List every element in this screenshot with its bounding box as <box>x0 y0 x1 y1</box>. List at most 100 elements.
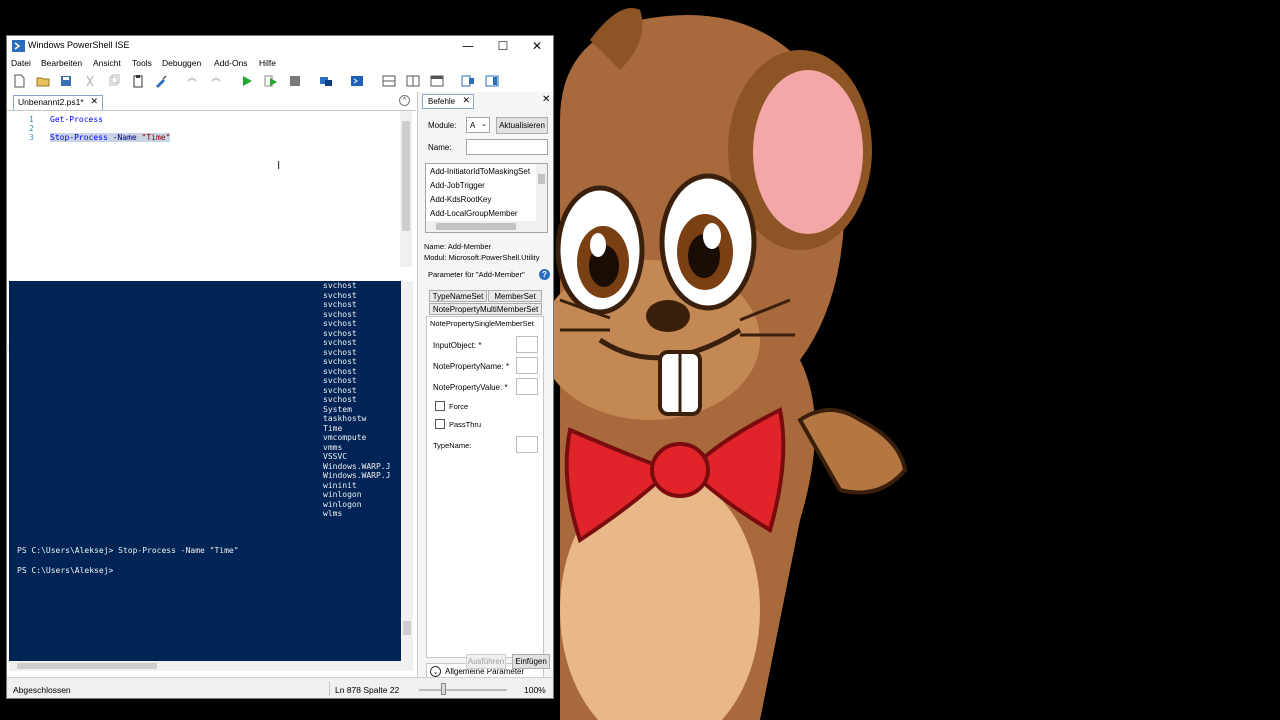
commands-pane-close-icon[interactable]: ✕ <box>542 94 550 105</box>
show-commands-icon[interactable] <box>461 74 475 88</box>
passthru-checkbox[interactable] <box>435 419 445 429</box>
maximize-button[interactable]: ☐ <box>486 36 520 56</box>
chevron-down-icon: ⌄ <box>481 120 487 128</box>
console-vertical-scrollbar[interactable] <box>401 281 413 661</box>
param-tab-notepropertymultimemberset[interactable]: NotePropertyMultiMemberSet <box>429 303 542 315</box>
command-list[interactable]: Add-InitiatorIdToMaskingSet Add-JobTrigg… <box>425 163 548 233</box>
module-select-value: A <box>470 121 476 130</box>
process-name: svchost <box>323 376 357 385</box>
menu-bar: Datei Bearbeiten Ansicht Tools Debuggen … <box>7 57 553 71</box>
menu-ansicht[interactable]: Ansicht <box>93 58 121 68</box>
notepropertyname-field[interactable] <box>516 357 538 374</box>
process-name: svchost <box>323 347 357 357</box>
field-label-typename: TypeName: <box>433 441 472 450</box>
process-name: svchost <box>323 395 357 404</box>
process-name: svchost <box>323 319 357 328</box>
list-item[interactable]: Add-JobTrigger <box>430 181 485 190</box>
menu-bearbeiten[interactable]: Bearbeiten <box>41 58 82 68</box>
undo-icon[interactable] <box>185 74 199 88</box>
line-number: 3 <box>29 133 34 142</box>
script-tab[interactable]: Unbenannt2.ps1* ✕ <box>13 95 103 110</box>
parameters-header: Parameter für "Add-Member" <box>428 270 525 279</box>
run-icon[interactable] <box>240 74 254 88</box>
editor-vertical-scrollbar[interactable] <box>400 111 412 267</box>
list-horizontal-scrollbar[interactable] <box>426 221 547 232</box>
list-item[interactable]: Add-LocalGroupMember <box>430 209 518 218</box>
powershell-ise-icon <box>12 40 25 52</box>
param-tab-notepropertysinglememberset[interactable]: NotePropertySingleMemberSet <box>430 319 544 328</box>
module-label: Module: <box>428 121 457 130</box>
name-input[interactable] <box>466 139 548 155</box>
layout-max-icon[interactable] <box>430 74 444 88</box>
insert-command-button[interactable]: Einfügen <box>512 654 550 669</box>
clear-icon[interactable] <box>154 74 168 88</box>
zoom-slider-handle[interactable] <box>441 683 446 695</box>
process-name: winlogon <box>323 499 362 509</box>
process-name: wlms <box>323 509 343 518</box>
list-vertical-scrollbar[interactable] <box>536 164 547 221</box>
stop-icon[interactable] <box>288 74 302 88</box>
field-label-notepropertyname: NotePropertyName: * <box>433 362 510 371</box>
powershell-ise-window: Windows PowerShell ISE — ☐ ✕ Datei Bearb… <box>6 35 554 699</box>
script-editor[interactable]: 1 Get-Process 2 3 Stop-Process -Name "Ti… <box>7 110 416 353</box>
layout-top-icon[interactable] <box>382 74 396 88</box>
title-bar[interactable]: Windows PowerShell ISE — ☐ ✕ <box>7 36 553 56</box>
open-icon[interactable] <box>36 74 50 88</box>
param-tab-typenameset[interactable]: TypeNameSet <box>429 290 487 302</box>
process-name: svchost <box>323 366 357 376</box>
console-pane[interactable]: 502238328212083,9256402svchost2851435681… <box>9 281 401 661</box>
zoom-slider[interactable] <box>419 689 507 691</box>
minimize-button[interactable]: — <box>451 36 485 56</box>
typename-field[interactable] <box>516 436 538 453</box>
run-selection-icon[interactable] <box>264 74 278 88</box>
info-module: Modul: Microsoft.PowerShell.Utility <box>424 253 540 262</box>
menu-tools[interactable]: Tools <box>132 58 152 68</box>
powershell-icon[interactable] <box>350 74 364 88</box>
zoom-level: 100% <box>524 685 546 695</box>
window-title: Windows PowerShell ISE <box>28 40 130 50</box>
selected-code-line: Stop-Process -Name "Time" <box>50 133 171 142</box>
list-item[interactable]: Add-KdsRootKey <box>430 195 491 204</box>
run-command-button[interactable]: Ausführen <box>466 654 506 669</box>
close-button[interactable]: ✕ <box>520 36 553 56</box>
menu-datei[interactable]: Datei <box>11 58 31 68</box>
menu-hilfe[interactable]: Hilfe <box>259 58 276 68</box>
help-icon[interactable]: ? <box>539 269 550 280</box>
menu-debuggen[interactable]: Debuggen <box>162 58 201 68</box>
process-name: Windows.WARP.J <box>323 461 391 471</box>
cut-icon[interactable] <box>83 74 97 88</box>
toolbar <box>7 72 553 90</box>
console-horizontal-scrollbar[interactable] <box>9 661 413 671</box>
process-name: svchost <box>323 309 357 319</box>
save-icon[interactable] <box>59 74 73 88</box>
status-divider <box>329 682 330 696</box>
line-number: 2 <box>29 124 34 133</box>
show-addon-icon[interactable] <box>485 74 499 88</box>
inputobject-field[interactable] <box>516 336 538 353</box>
paste-icon[interactable] <box>131 74 145 88</box>
commands-tab-close-icon[interactable]: ✕ <box>462 95 470 108</box>
expand-circle-icon: ⌄ <box>430 666 441 677</box>
list-item[interactable]: Add-InitiatorIdToMaskingSet <box>430 167 530 176</box>
redo-icon[interactable] <box>209 74 223 88</box>
notepropertyvalue-field[interactable] <box>516 378 538 395</box>
status-text: Abgeschlossen <box>13 685 71 695</box>
module-select[interactable]: A ⌄ <box>466 117 490 133</box>
menu-add-ons[interactable]: Add-Ons <box>214 58 248 68</box>
remote-icon[interactable] <box>319 74 333 88</box>
collapse-editor-icon[interactable]: ^ <box>399 95 410 106</box>
layout-right-icon[interactable] <box>406 74 420 88</box>
process-name: svchost <box>323 300 357 309</box>
process-name: wininit <box>323 480 357 490</box>
new-icon[interactable] <box>12 74 26 88</box>
process-name: svchost <box>323 290 357 300</box>
refresh-button[interactable]: Aktualisieren <box>496 117 548 134</box>
script-tab-close-icon[interactable]: ✕ <box>90 96 98 109</box>
process-name: svchost <box>323 328 357 338</box>
force-checkbox[interactable] <box>435 401 445 411</box>
param-tab-memberset[interactable]: MemberSet <box>488 290 542 302</box>
copy-icon[interactable] <box>107 74 121 88</box>
code-line: Get-Process <box>50 115 103 124</box>
commands-tab[interactable]: Befehle ✕ <box>422 94 474 109</box>
process-name: winlogon <box>323 490 362 499</box>
